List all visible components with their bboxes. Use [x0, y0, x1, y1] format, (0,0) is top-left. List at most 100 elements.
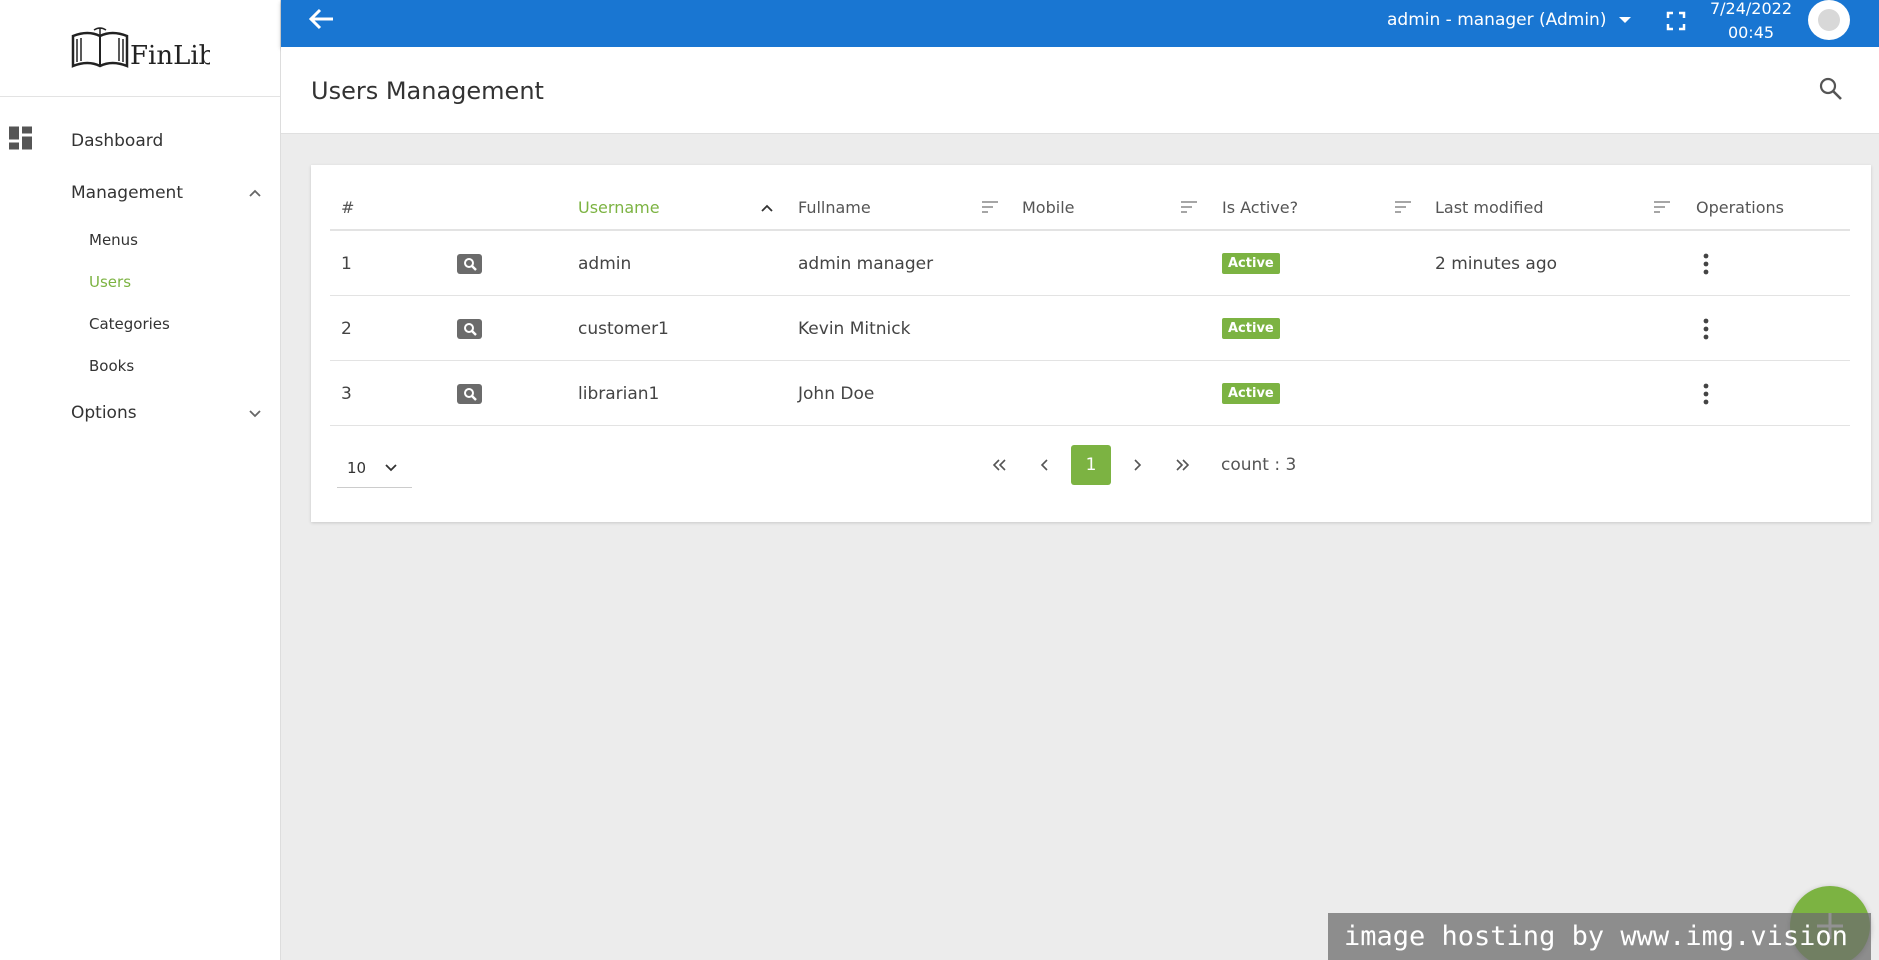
page-size-select[interactable]: 10 [337, 448, 412, 488]
date-text: 7/24/2022 [1709, 0, 1793, 18]
magnifier-icon [463, 257, 477, 271]
chevron-down-icon [385, 464, 397, 472]
column-header-last-modified[interactable]: Last modified [1435, 183, 1543, 231]
sidebar-subitem-menus[interactable]: Menus [0, 219, 280, 261]
table-header: # Username Fullname Mobile Is Active? La… [330, 183, 1850, 231]
cell-fullname: Kevin Mitnick [798, 318, 911, 339]
operations-menu-button[interactable] [1696, 249, 1716, 279]
sort-lines-icon[interactable] [1180, 199, 1198, 218]
double-chevron-left-icon [992, 459, 1006, 471]
avatar-image [1818, 9, 1840, 31]
cell-number: 1 [341, 253, 352, 274]
chevron-up-icon[interactable] [760, 199, 774, 218]
topbar: admin - manager (Admin) 7/24/2022 00:45 [281, 0, 1879, 47]
logo: FinLib [0, 0, 280, 97]
chevron-right-icon [1134, 459, 1142, 471]
cell-username: admin [578, 253, 632, 274]
sidebar-subitem-users[interactable]: Users [0, 261, 280, 303]
last-page-button[interactable] [1163, 445, 1203, 485]
column-header-operations: Operations [1696, 197, 1784, 217]
sidebar-item-label: Dashboard [71, 131, 164, 151]
view-button[interactable] [457, 253, 482, 274]
chevron-up-icon [248, 183, 262, 203]
cell-status: Active [1222, 296, 1280, 361]
sort-lines-icon[interactable] [1653, 199, 1671, 218]
page-button-current[interactable]: 1 [1071, 445, 1111, 485]
fullscreen-icon [1666, 11, 1686, 31]
watermark: image hosting by www.img.vision [1328, 913, 1871, 960]
column-header-mobile[interactable]: Mobile [1022, 183, 1074, 231]
magnifier-icon [463, 322, 477, 336]
cell-view [457, 361, 482, 426]
users-card: # Username Fullname Mobile Is Active? La… [311, 165, 1871, 522]
first-page-button[interactable] [979, 445, 1019, 485]
sidebar-item-label: Management [71, 183, 183, 203]
kebab-icon [1703, 253, 1709, 274]
cell-number: 3 [341, 383, 352, 404]
search-icon [1819, 77, 1842, 100]
status-badge: Active [1222, 253, 1280, 274]
cell-username: customer1 [578, 318, 669, 339]
table-row: 3 librarian1 John Doe Active [330, 361, 1850, 426]
cell-number: 2 [341, 318, 352, 339]
page-header: Users Management [281, 47, 1879, 134]
column-header-is-active[interactable]: Is Active? [1222, 183, 1298, 231]
svg-text:FinLib: FinLib [130, 41, 210, 71]
page-size-value: 10 [347, 458, 367, 477]
arrow-left-icon [308, 8, 333, 30]
cell-view [457, 231, 482, 296]
magnifier-icon [463, 387, 477, 401]
operations-menu-button[interactable] [1696, 379, 1716, 409]
user-menu[interactable]: admin - manager (Admin) [1387, 0, 1632, 39]
fullscreen-button[interactable] [1666, 11, 1686, 35]
back-button[interactable] [307, 6, 337, 36]
sidebar-item-options[interactable]: Options [0, 387, 280, 439]
user-menu-label: admin - manager (Admin) [1387, 9, 1607, 30]
prev-page-button[interactable] [1025, 445, 1065, 485]
chevron-left-icon [1040, 459, 1048, 471]
datetime: 7/24/2022 00:45 [1708, 0, 1794, 45]
record-count: count : 3 [1221, 455, 1297, 475]
next-page-button[interactable] [1117, 445, 1157, 485]
cell-operations [1696, 296, 1716, 361]
kebab-icon [1703, 318, 1709, 339]
column-header-fullname[interactable]: Fullname [798, 183, 871, 231]
logo-book-icon: FinLib [71, 27, 210, 71]
kebab-icon [1703, 383, 1709, 404]
double-chevron-right-icon [1176, 459, 1190, 471]
sidebar-subitem-books[interactable]: Books [0, 345, 280, 387]
caret-down-icon [1619, 16, 1632, 23]
cell-status: Active [1222, 361, 1280, 426]
nav-menu: Dashboard Management Menus Users Categor… [0, 97, 280, 439]
view-button[interactable] [457, 383, 482, 404]
pagination: 1 count : 3 [979, 445, 1296, 485]
table-row: 1 admin admin manager Active 2 minutes a… [330, 231, 1850, 296]
table-row: 2 customer1 Kevin Mitnick Active [330, 296, 1850, 361]
cell-last-modified: 2 minutes ago [1435, 253, 1558, 274]
page-title: Users Management [311, 77, 544, 105]
column-header-number: # [341, 197, 355, 217]
sidebar: FinLib Dashboard Management Menus Users … [0, 0, 281, 960]
sort-lines-icon[interactable] [981, 199, 999, 218]
dashboard-grid-icon [9, 126, 33, 156]
sidebar-item-dashboard[interactable]: Dashboard [0, 115, 280, 167]
cell-fullname: admin manager [798, 253, 934, 274]
operations-menu-button[interactable] [1696, 314, 1716, 344]
cell-status: Active [1222, 231, 1280, 296]
cell-operations [1696, 361, 1716, 426]
time-text: 00:45 [1727, 23, 1775, 42]
sidebar-item-management[interactable]: Management [0, 167, 280, 219]
status-badge: Active [1222, 318, 1280, 339]
column-header-username[interactable]: Username [578, 183, 660, 231]
cell-fullname: John Doe [798, 383, 875, 404]
sidebar-subitem-categories[interactable]: Categories [0, 303, 280, 345]
view-button[interactable] [457, 318, 482, 339]
sort-lines-icon[interactable] [1394, 199, 1412, 218]
sidebar-item-label: Options [71, 403, 137, 423]
chevron-down-icon [248, 403, 262, 423]
cell-username: librarian1 [578, 383, 660, 404]
avatar[interactable] [1808, 0, 1850, 40]
cell-view [457, 296, 482, 361]
search-button[interactable] [1818, 76, 1844, 106]
status-badge: Active [1222, 383, 1280, 404]
